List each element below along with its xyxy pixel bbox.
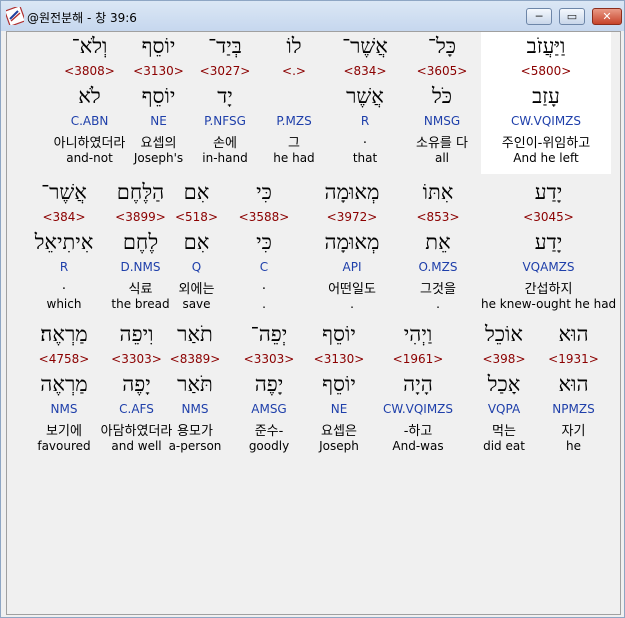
parsing-code: NMS: [50, 402, 78, 416]
lemma-word: הָיָה: [403, 372, 433, 396]
korean-gloss: 소유를 다: [416, 136, 468, 151]
lemma-word: מַרְאֶה: [40, 372, 88, 396]
lemma-word: יוֹסֵף: [322, 372, 356, 396]
english-gloss: favoured: [37, 439, 91, 453]
english-gloss: And he left: [513, 151, 579, 165]
word-cell[interactable]: אֲשֶׁר־ <384> אִיתִיאֵל R. which: [9, 178, 119, 320]
hebrew-word: אֲשֶׁר־: [41, 180, 87, 204]
strong-number: <1961>: [392, 352, 444, 366]
title-bar[interactable]: @원전분해 - 창 39:6 ─ ▭ ✕: [1, 1, 624, 31]
parsing-code: AMSG: [251, 402, 287, 416]
word-cell[interactable]: וַיַּעֲזֹב <5800> עָזַב CW.VQIMZS 주인이-위임하고 An…: [481, 32, 611, 174]
lemma-word: יָדַע: [534, 230, 563, 254]
korean-gloss: 준수-: [254, 424, 284, 439]
word-cell[interactable]: וְלֹא־ <3808> לֹא C.ABN 아니하였더라 and-not: [37, 32, 142, 174]
strong-number: <5800>: [520, 64, 572, 78]
english-gloss: .: [350, 297, 354, 311]
hebrew-word: וַיְהִי: [403, 322, 433, 346]
lemma-word: אִיתִיאֵל: [34, 230, 94, 254]
word-cell[interactable]: לוֹ <.> P.MZS 그 he had: [254, 32, 334, 174]
lemma-word: אָכַל: [487, 372, 521, 396]
english-gloss: did eat: [483, 439, 525, 453]
korean-gloss: 주인이-위임하고: [501, 136, 591, 151]
lemma-word: יָפֶה: [254, 372, 284, 396]
korean-gloss: 아니하였더라: [53, 136, 126, 151]
app-window: @원전분해 - 창 39:6 ─ ▭ ✕ וַיַּעֲזֹב <5800> עָז…: [0, 0, 625, 618]
strong-number: <3303>: [243, 352, 295, 366]
close-icon: ✕: [602, 10, 612, 23]
korean-gloss: -하고: [403, 424, 433, 439]
korean-gloss: 보기에: [46, 424, 82, 439]
interlinear-panel: וַיַּעֲזֹב <5800> עָזַב CW.VQIMZS 주인이-위임하고 An…: [6, 31, 621, 615]
strong-number: <4758>: [38, 352, 90, 366]
strong-number: <3605>: [416, 64, 468, 78]
parsing-code: NMSG: [423, 114, 461, 128]
english-gloss: he had: [273, 151, 315, 165]
parsing-code: VQAMZS: [522, 260, 575, 274]
parsing-code: API: [342, 260, 362, 274]
maximize-icon: ▭: [566, 10, 578, 23]
app-icon: [6, 7, 24, 25]
hebrew-word: מְאוּמָה: [324, 180, 380, 204]
word-cell[interactable]: וַיְהִי <1961> הָיָה CW.VQIMZS -하고 And-was: [373, 320, 463, 462]
hebrew-word: יוֹסֵף: [322, 322, 356, 346]
window-title: @원전분해 - 창 39:6: [27, 11, 137, 25]
strong-number: <398>: [482, 352, 526, 366]
korean-gloss: 간섭하지: [524, 282, 573, 297]
word-cell[interactable]: יָדַע <3045> יָדַע VQAMZS 간섭하지 he knew-ought …: [481, 178, 616, 320]
lemma-word: כֹּל: [431, 84, 453, 108]
minimize-button[interactable]: ─: [526, 8, 552, 25]
parsing-code: C.ABN: [70, 114, 109, 128]
hebrew-word: וְלֹא־: [71, 34, 108, 58]
word-cell[interactable]: מַרְאֶה׃ <4758> מַרְאֶה NMS 보기에 favoured: [9, 320, 119, 462]
hebrew-word: כָּל־: [427, 34, 457, 58]
hebrew-word: אוֹכֵל: [484, 322, 524, 346]
parsing-code: VQPA: [487, 402, 521, 416]
english-gloss: he knew-ought he had: [481, 297, 617, 311]
parsing-code: NE: [330, 402, 348, 416]
word-cell[interactable]: מְאוּמָה <3972> מְאוּמָה API 어떤일도.: [297, 178, 407, 320]
hebrew-word: וַיַּעֲזֹב: [526, 34, 566, 58]
close-button[interactable]: ✕: [592, 8, 622, 25]
strong-number: <3045>: [523, 210, 574, 224]
hebrew-word: לוֹ: [286, 34, 302, 58]
strong-number: <3130>: [313, 352, 365, 366]
word-cell[interactable]: יוֹסֵף <3130> יוֹסֵף NE 요셉은 Joseph: [299, 320, 379, 462]
word-cell[interactable]: אוֹכֵל <398> אָכַל VQPA 먹는 did eat: [459, 320, 549, 462]
minimize-icon: ─: [535, 10, 543, 23]
hebrew-word: יָדַע: [534, 180, 563, 204]
english-gloss: which: [46, 297, 82, 311]
english-gloss: goodly: [248, 439, 290, 453]
lemma-word: מְאוּמָה: [324, 230, 380, 254]
korean-gloss: 요셉은: [321, 424, 357, 439]
english-gloss: all: [434, 151, 450, 165]
hebrew-word: מַרְאֶה׃: [40, 322, 88, 346]
strong-number: <3808>: [64, 64, 115, 78]
english-gloss: Joseph: [319, 439, 359, 453]
strong-number: <384>: [42, 210, 86, 224]
strong-number: <.>: [282, 64, 306, 78]
lemma-word: לֹא: [78, 84, 101, 108]
word-cell[interactable]: יְפֵה־ <3303> יָפֶה AMSG 준수-goodly: [229, 320, 309, 462]
english-gloss: and-not: [66, 151, 113, 165]
korean-gloss: 그: [288, 136, 300, 151]
word-cell[interactable]: כָּל־ <3605> כֹּל NMSG 소유를 다 all: [397, 32, 487, 174]
korean-gloss: 먹는: [492, 424, 516, 439]
strong-number: <3972>: [326, 210, 378, 224]
parsing-code: P.MZS: [276, 114, 312, 128]
korean-gloss: .: [61, 278, 67, 293]
hebrew-word: יְפֵה־: [250, 322, 288, 346]
lemma-word: עָזַב: [532, 84, 560, 108]
parsing-code: CW.VQIMZS: [510, 114, 582, 128]
maximize-button[interactable]: ▭: [559, 8, 585, 25]
english-gloss: And-was: [392, 439, 444, 453]
parsing-code: R: [59, 260, 69, 274]
korean-gloss: 어떤일도: [328, 282, 376, 297]
parsing-code: CW.VQIMZS: [382, 402, 454, 416]
